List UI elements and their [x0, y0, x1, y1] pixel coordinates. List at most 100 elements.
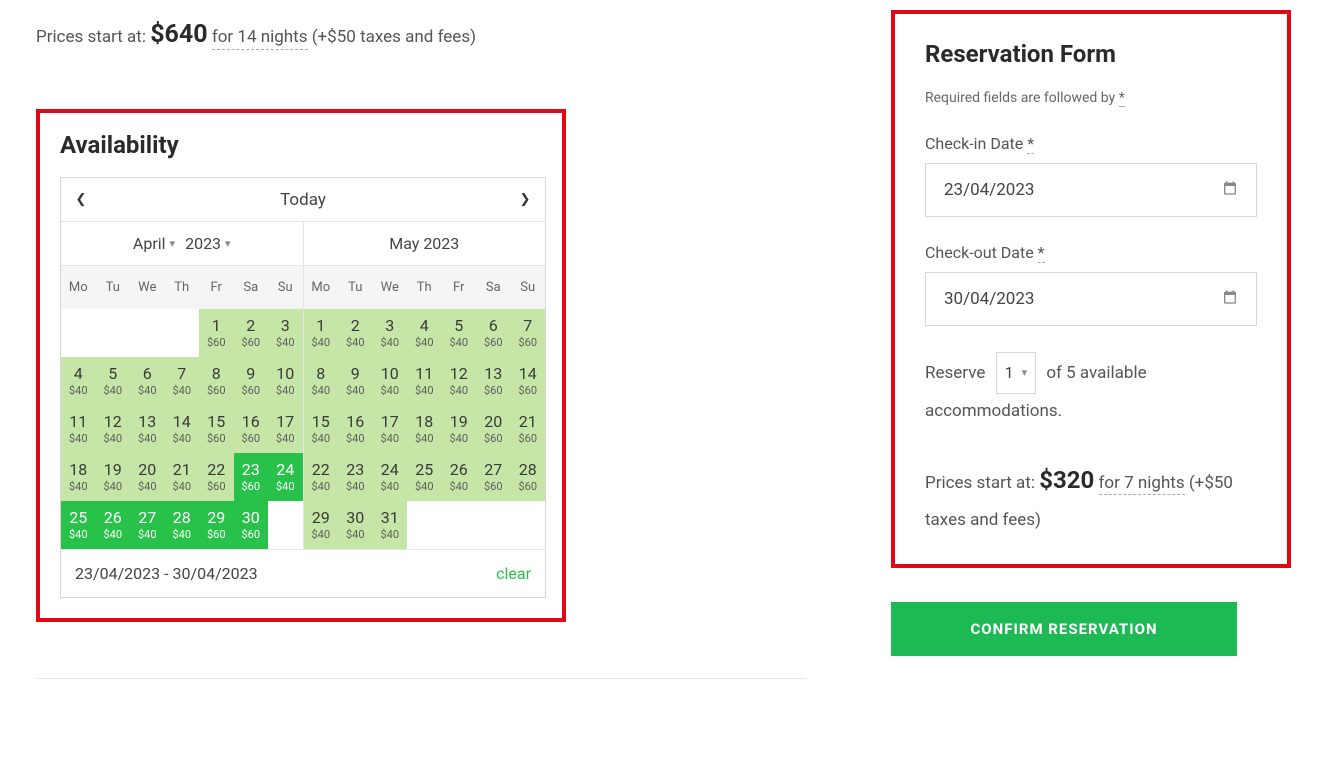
calendar-day[interactable]: 24$40	[268, 453, 303, 501]
calendar-day[interactable]: 11$40	[61, 405, 96, 453]
calendar-day[interactable]: 14$40	[165, 405, 200, 453]
calendar-day[interactable]: 5$40	[442, 309, 477, 357]
calendar-day[interactable]: 6$40	[130, 357, 165, 405]
calendar-day[interactable]: 4$40	[61, 357, 96, 405]
calendar-day[interactable]: 21$40	[165, 453, 200, 501]
checkin-input[interactable]: 23/04/2023	[925, 163, 1257, 217]
checkout-input[interactable]: 30/04/2023	[925, 272, 1257, 326]
calendar-day[interactable]: 8$60	[199, 357, 234, 405]
calendar-day-price: $40	[172, 480, 191, 493]
calendar-prev-button[interactable]: ❮	[61, 178, 101, 221]
calendar-day[interactable]: 3$40	[268, 309, 303, 357]
calendar-day-number: 26	[450, 462, 468, 478]
calendar-day[interactable]: 28$60	[511, 453, 546, 501]
calendar-day[interactable]: 26$40	[442, 453, 477, 501]
calendar-day[interactable]: 29$40	[304, 501, 339, 549]
calendar-day[interactable]: 25$40	[407, 453, 442, 501]
calendar-day-price: $40	[346, 336, 365, 349]
calendar-day[interactable]: 13$40	[130, 405, 165, 453]
calendar-day[interactable]: 12$40	[442, 357, 477, 405]
month-right-label: May 2023	[389, 234, 459, 253]
calendar-day[interactable]: 23$40	[338, 453, 373, 501]
calendar-day[interactable]: 27$40	[130, 501, 165, 549]
calendar-day[interactable]: 28$40	[165, 501, 200, 549]
calendar-day[interactable]: 1$60	[199, 309, 234, 357]
calendar-day-number: 30	[242, 510, 260, 526]
calendar-day[interactable]: 15$60	[199, 405, 234, 453]
calendar-day[interactable]: 24$40	[373, 453, 408, 501]
calendar-day[interactable]: 22$40	[304, 453, 339, 501]
calendar-day-number: 15	[207, 414, 225, 430]
calendar-day[interactable]: 3$40	[373, 309, 408, 357]
reserve-qty-select[interactable]: 1 ▾	[996, 352, 1037, 394]
calendar-day-price: $40	[449, 432, 468, 445]
calendar-day[interactable]: 6$60	[476, 309, 511, 357]
calendar-day[interactable]: 7$40	[165, 357, 200, 405]
calendar-day[interactable]: 19$40	[442, 405, 477, 453]
calendar-day[interactable]: 15$40	[304, 405, 339, 453]
calendar-day[interactable]: 13$60	[476, 357, 511, 405]
calendar-today-label[interactable]: Today	[280, 190, 326, 210]
calendar-day[interactable]: 4$40	[407, 309, 442, 357]
calendar-day[interactable]: 17$40	[268, 405, 303, 453]
calendar-day[interactable]: 30$40	[338, 501, 373, 549]
calendar-day[interactable]: 31$40	[373, 501, 408, 549]
month-label: April	[133, 234, 166, 253]
calendar-dow: Su	[511, 266, 546, 309]
checkin-label: Check-in Date *	[925, 134, 1257, 153]
clear-button[interactable]: clear	[496, 564, 531, 583]
calendar-day[interactable]: 29$60	[199, 501, 234, 549]
calendar-day[interactable]: 26$40	[96, 501, 131, 549]
calendar-day[interactable]: 17$40	[373, 405, 408, 453]
calendar-day[interactable]: 18$40	[61, 453, 96, 501]
confirm-reservation-button[interactable]: CONFIRM RESERVATION	[891, 602, 1237, 656]
calendar-day[interactable]: 14$60	[511, 357, 546, 405]
calendar-day[interactable]: 19$40	[96, 453, 131, 501]
calendar-day[interactable]: 1$40	[304, 309, 339, 357]
year-select[interactable]: 2023 ▾	[185, 234, 231, 253]
calendar-day[interactable]: 10$40	[268, 357, 303, 405]
calendar-day[interactable]: 7$60	[511, 309, 546, 357]
calendar-day[interactable]: 21$60	[511, 405, 546, 453]
calendar-day-price: $60	[207, 384, 226, 397]
calendar-header: ❮ Today ❯	[61, 178, 545, 222]
calendar-cell-empty	[61, 309, 96, 357]
checkout-value: 30/04/2023	[944, 289, 1034, 309]
calendar-day[interactable]: 12$40	[96, 405, 131, 453]
calendar-day-number: 14	[173, 414, 191, 430]
top-price-prefix: Prices start at:	[36, 27, 146, 47]
calendar-day[interactable]: 23$60	[234, 453, 269, 501]
calendar-day[interactable]: 5$40	[96, 357, 131, 405]
calendar-day[interactable]: 11$40	[407, 357, 442, 405]
calendar-day-price: $60	[241, 480, 260, 493]
calendar-cell-empty	[130, 309, 165, 357]
calendar-cell-empty	[165, 309, 200, 357]
calendar-day[interactable]: 2$40	[338, 309, 373, 357]
calendar-day-number: 20	[138, 462, 156, 478]
calendar-day-price: $40	[103, 528, 122, 541]
calendar-day[interactable]: 10$40	[373, 357, 408, 405]
calendar-day[interactable]: 2$60	[234, 309, 269, 357]
calendar-day-price: $60	[207, 528, 226, 541]
calendar-day[interactable]: 16$60	[234, 405, 269, 453]
calendar-day-number: 16	[242, 414, 260, 430]
calendar-day[interactable]: 25$40	[61, 501, 96, 549]
calendar-day-number: 23	[242, 462, 260, 478]
calendar-day[interactable]: 8$40	[304, 357, 339, 405]
calendar-day[interactable]: 27$60	[476, 453, 511, 501]
calendar-day-price: $60	[241, 528, 260, 541]
calendar-day[interactable]: 20$40	[130, 453, 165, 501]
calendar-day-number: 22	[312, 462, 330, 478]
calendar-day[interactable]: 9$40	[338, 357, 373, 405]
calendar-day[interactable]: 16$40	[338, 405, 373, 453]
calendar-day[interactable]: 20$60	[476, 405, 511, 453]
calendar-day[interactable]: 22$60	[199, 453, 234, 501]
calendar-day[interactable]: 9$60	[234, 357, 269, 405]
calendar-day-price: $40	[276, 432, 295, 445]
month-select[interactable]: April ▾	[133, 234, 175, 253]
calendar-next-button[interactable]: ❯	[505, 178, 545, 221]
calendar-day[interactable]: 18$40	[407, 405, 442, 453]
calendar-day-price: $40	[311, 384, 330, 397]
calendar-day[interactable]: 30$60	[234, 501, 269, 549]
calendar-day-price: $40	[311, 432, 330, 445]
